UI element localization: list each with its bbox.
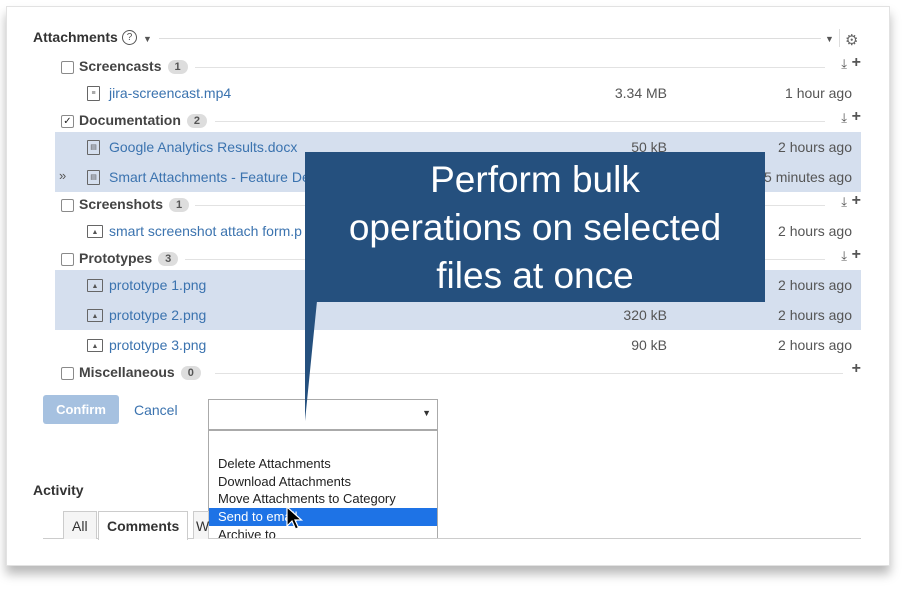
category-name: Screenshots [79, 196, 164, 212]
option-download-attachments[interactable]: Download Attachments [209, 473, 437, 491]
image-icon: ▲ [87, 279, 103, 292]
doc-icon: ▤ [87, 140, 100, 155]
mouse-cursor-icon [286, 506, 304, 530]
add-icon[interactable]: + [852, 108, 861, 126]
callout-pointer [305, 301, 317, 421]
add-icon[interactable]: + [852, 360, 861, 378]
bulk-action-select[interactable]: ▼ [208, 399, 438, 430]
file-time: 2 hours ago [778, 307, 852, 323]
file-time: 5 minutes ago [764, 169, 852, 185]
confirm-button[interactable]: Confirm [43, 395, 119, 424]
file-name-link[interactable]: smart screenshot attach form.p [109, 223, 302, 239]
add-icon[interactable]: + [852, 192, 861, 210]
help-icon[interactable]: ? [122, 30, 137, 45]
file-time: 2 hours ago [778, 277, 852, 293]
count-badge: 1 [167, 60, 188, 74]
chevron-down-icon[interactable]: ▼ [143, 34, 152, 44]
image-icon: ▲ [87, 225, 103, 238]
count-badge: 3 [158, 252, 179, 266]
category-checkbox[interactable] [61, 367, 74, 380]
header-separator [839, 29, 840, 47]
attachments-panel: Attachments ? ▼ ▼ ⚙ Screencasts 1 ⤓ + ≡ j… [6, 6, 890, 566]
file-name-link[interactable]: Google Analytics Results.docx [109, 139, 297, 155]
add-icon[interactable]: + [852, 246, 861, 264]
image-icon: ▲ [87, 309, 103, 322]
expand-icon[interactable]: » [59, 168, 66, 183]
file-time: 2 hours ago [778, 139, 852, 155]
category-name: Documentation [79, 112, 181, 128]
category-documentation: ✓ Documentation 2 ⤓ + [55, 108, 861, 132]
tab-w[interactable]: W [193, 511, 209, 539]
file-name-link[interactable]: jira-screencast.mp4 [109, 85, 231, 101]
file-name-link[interactable]: prototype 3.png [109, 337, 206, 353]
download-icon[interactable]: ⤓ [841, 194, 847, 210]
category-checkbox[interactable] [61, 199, 74, 212]
download-icon[interactable]: ⤓ [841, 56, 847, 72]
category-miscellaneous: Miscellaneous 0 + [55, 360, 861, 384]
doc-icon: ▤ [87, 170, 100, 185]
cancel-link[interactable]: Cancel [134, 402, 178, 418]
file-name-link[interactable]: prototype 2.png [109, 307, 206, 323]
attachments-title: Attachments [33, 29, 118, 45]
gear-icon[interactable]: ⚙ [845, 31, 858, 49]
file-time: 2 hours ago [778, 337, 852, 353]
count-badge: 0 [180, 366, 201, 380]
document-icon: ≡ [87, 86, 100, 101]
file-row[interactable]: ▲ prototype 3.png 90 kB 2 hours ago [55, 330, 861, 360]
download-icon[interactable]: ⤓ [841, 248, 847, 264]
callout-line: files at once [436, 255, 634, 296]
option-delete-attachments[interactable]: Delete Attachments [209, 455, 437, 473]
count-badge: 1 [169, 198, 190, 212]
category-divider [215, 121, 825, 122]
file-name-link[interactable]: Smart Attachments - Feature De [109, 169, 310, 185]
callout-line: Perform bulk [430, 159, 640, 200]
chevron-down-icon[interactable]: ▼ [825, 34, 834, 44]
file-row[interactable]: ▲ prototype 2.png 320 kB 2 hours ago [55, 300, 861, 330]
option-send-to-email[interactable]: Send to email [209, 508, 437, 526]
tab-all[interactable]: All [63, 511, 97, 539]
activity-title: Activity [33, 482, 84, 498]
category-checkbox[interactable] [61, 253, 74, 266]
bulk-action-dropdown: Delete Attachments Download Attachments … [208, 430, 438, 542]
file-size: 90 kB [631, 337, 667, 353]
chevron-down-icon: ▼ [422, 408, 431, 418]
option-move-attachments[interactable]: Move Attachments to Category [209, 490, 437, 508]
category-divider [195, 67, 825, 68]
add-icon[interactable]: + [852, 54, 861, 72]
header-divider [159, 38, 821, 39]
file-row[interactable]: ≡ jira-screencast.mp4 3.34 MB 1 hour ago [55, 78, 861, 108]
option-archive-to[interactable]: Archive to [209, 526, 437, 544]
image-icon: ▲ [87, 339, 103, 352]
category-name: Prototypes [79, 250, 153, 266]
count-badge: 2 [186, 114, 208, 128]
file-time: 1 hour ago [785, 85, 852, 101]
category-checkbox[interactable] [61, 61, 74, 74]
category-name: Screencasts [79, 58, 162, 74]
file-time: 2 hours ago [778, 223, 852, 239]
file-name-link[interactable]: prototype 1.png [109, 277, 206, 293]
file-size: 320 kB [623, 307, 667, 323]
category-checkbox[interactable]: ✓ [61, 115, 74, 128]
file-size: 3.34 MB [614, 85, 667, 101]
category-screencasts: Screencasts 1 ⤓ + [55, 54, 861, 78]
tab-comments[interactable]: Comments [98, 511, 189, 540]
callout-line: operations on selected [348, 207, 722, 248]
download-icon[interactable]: ⤓ [841, 110, 847, 126]
callout-box: Perform bulk operations on selected file… [305, 152, 765, 302]
category-name: Miscellaneous [79, 364, 175, 380]
